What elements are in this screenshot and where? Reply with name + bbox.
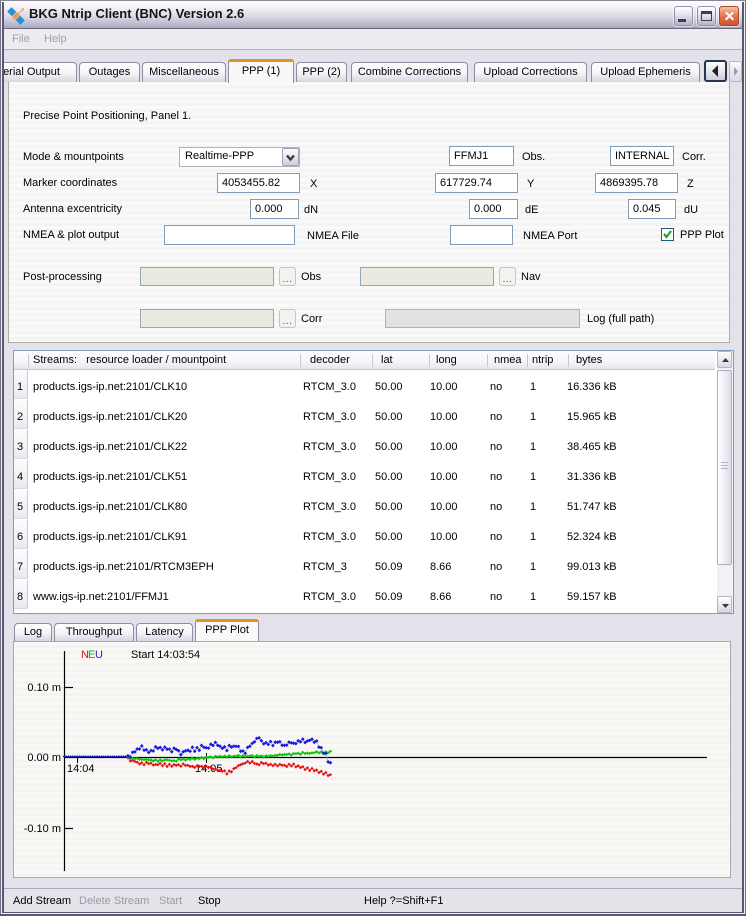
svg-text:0.00 m: 0.00 m: [27, 752, 61, 764]
svg-text:14:04: 14:04: [67, 763, 95, 775]
svg-text:0.10 m: 0.10 m: [27, 682, 61, 694]
svg-text:-0.10 m: -0.10 m: [24, 823, 61, 835]
svg-text:Start 14:03:54: Start 14:03:54: [131, 649, 200, 661]
svg-text:U: U: [95, 649, 103, 661]
